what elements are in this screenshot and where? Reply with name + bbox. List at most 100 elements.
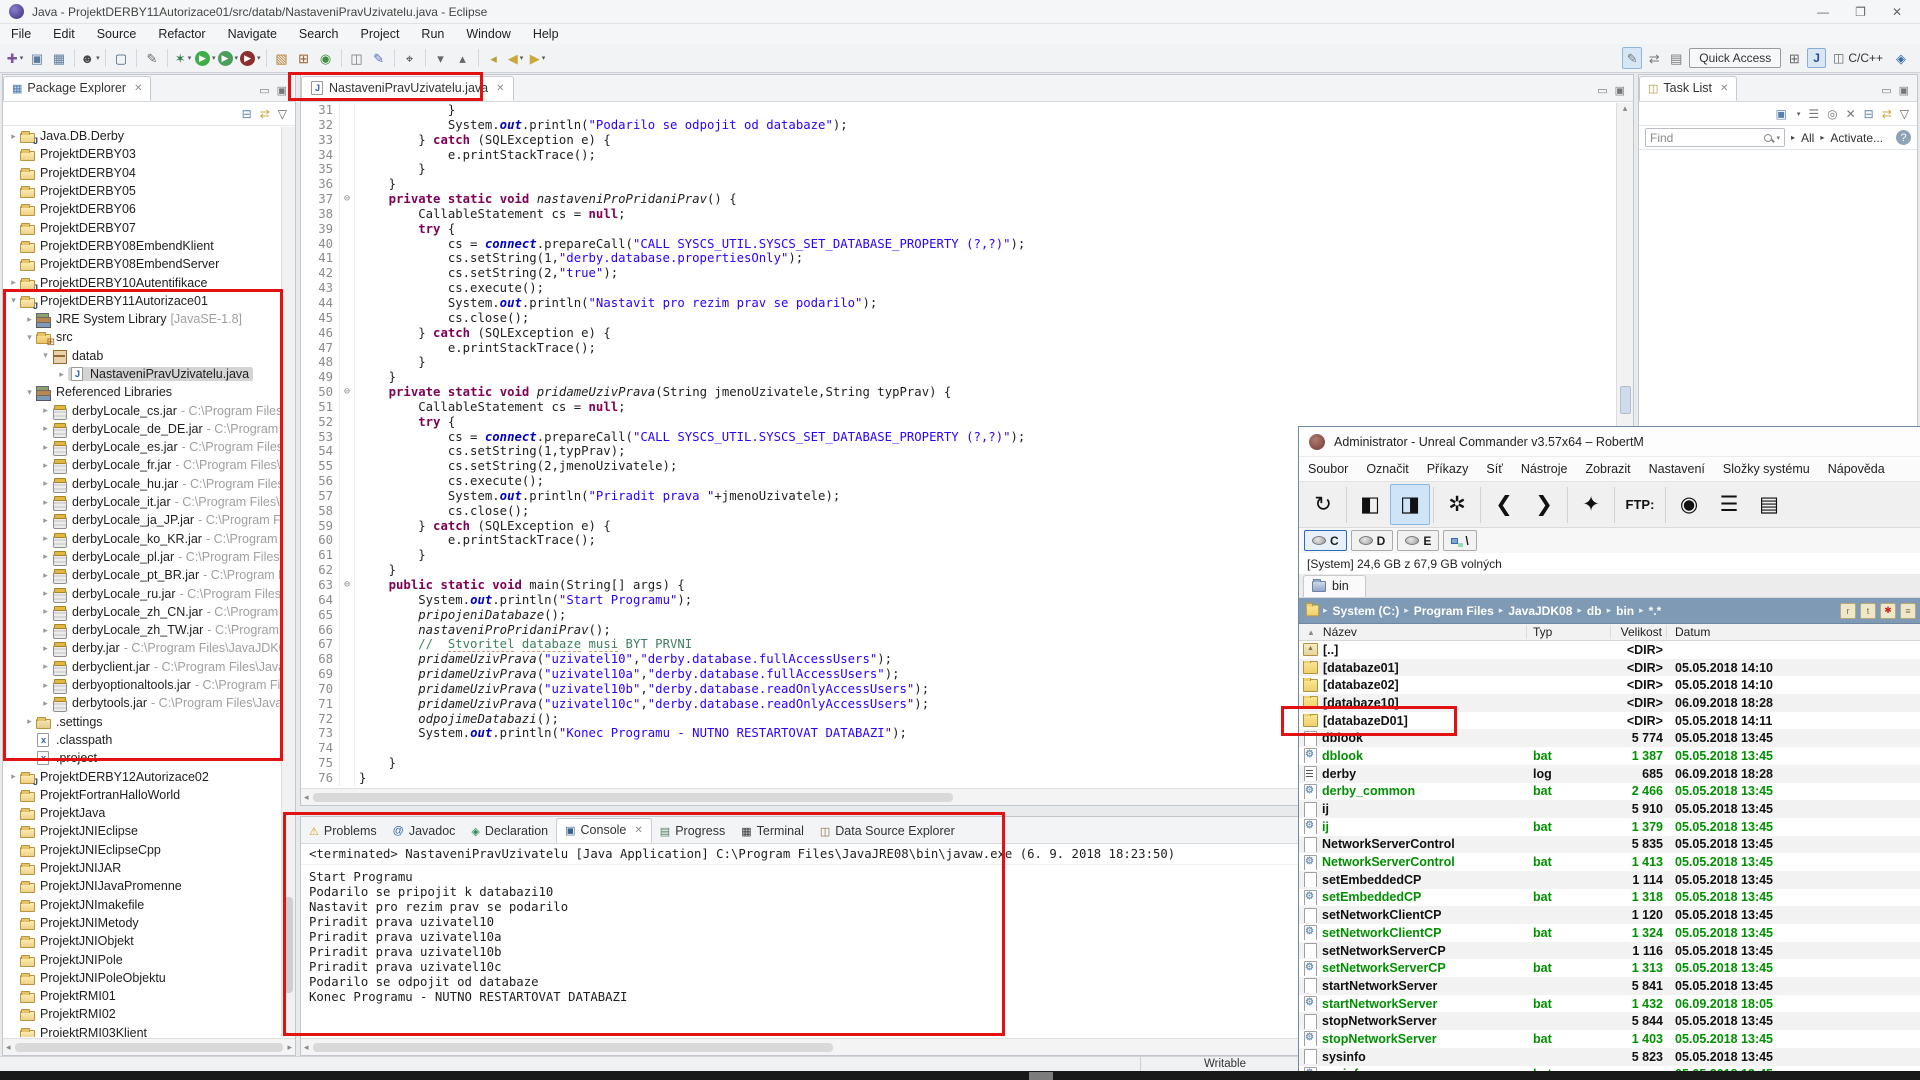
tree-item-derbytools.jar[interactable]: ▸ derbytools.jar - C:\Program Files\JavaJ…: [3, 694, 281, 713]
menu-source[interactable]: Source: [86, 27, 148, 41]
tree-item-ProjektDERBY03[interactable]: ProjektDERBY03: [3, 145, 281, 163]
tree-item-ProjektDERBY11Autorizace01[interactable]: ▾ ProjektDERBY11Autorizace01: [3, 292, 281, 311]
unreal-menu-síť[interactable]: Síť: [1477, 462, 1512, 476]
menu-window[interactable]: Window: [455, 27, 521, 41]
coverage-button[interactable]: ▶ ▾: [240, 47, 261, 69]
help-icon[interactable]: ?: [1896, 130, 1911, 145]
chevron-right-icon[interactable]: ▸: [39, 405, 52, 416]
chevron-right-icon[interactable]: ▸: [39, 533, 52, 544]
file-row-databaze02[interactable]: [databaze02] <DIR> 05.05.2018 14:10: [1299, 676, 1920, 694]
chevron-right-icon[interactable]: ▸: [7, 277, 20, 288]
tab-console[interactable]: ▣ Console ✕: [556, 818, 652, 843]
chevron-right-icon[interactable]: ▸: [55, 369, 68, 380]
maximize-view-icon[interactable]: ▣: [1615, 84, 1625, 97]
new-task-icon[interactable]: ▣: [1775, 107, 1786, 121]
file-row-NetworkServerControl[interactable]: NetworkServerControl 5 835 05.05.2018 13:4…: [1299, 835, 1920, 854]
file-row-databaze01[interactable]: [databaze01] <DIR> 05.05.2018 14:10: [1299, 658, 1920, 677]
tree-item-derbyLocale_cs.jar[interactable]: ▸ derbyLocale_cs.jar - C:\Program Files\J…: [3, 401, 281, 420]
maximize-view-icon[interactable]: ▣: [1899, 84, 1909, 97]
file-row-setEmbeddedCP[interactable]: setEmbeddedCP 1 114 05.05.2018 13:45: [1299, 870, 1920, 889]
breadcrumb-[interactable]: *.*: [1647, 604, 1664, 618]
tree-item-derby.jar[interactable]: ▸ derby.jar - C:\Program Files\JavaJDK08\…: [3, 639, 281, 658]
unreal-menu-nastavení[interactable]: Nastavení: [1640, 462, 1714, 476]
forward-button[interactable]: ❯: [1524, 484, 1564, 525]
tree-item-ProjektDERBY07[interactable]: ProjektDERBY07: [3, 218, 281, 236]
tree-item-datab[interactable]: ▾ datab: [3, 347, 281, 365]
tree-item-derbyLocale_ja_JP.jar[interactable]: ▸ derbyLocale_ja_JP.jar - C:\Program File…: [3, 511, 281, 530]
file-row-setNetworkServerCP[interactable]: setNetworkServerCP bat 1 313 05.05.2018 13:…: [1299, 959, 1920, 977]
tree-item-NastaveniPravUzivatelu.java[interactable]: ▸ NastaveniPravUzivatelu.java: [3, 365, 281, 383]
maximize-icon[interactable]: ❐: [1855, 5, 1866, 19]
tree-item-ProjektJNIPole[interactable]: ProjektJNIPole: [3, 950, 281, 968]
file-row-databazeD01[interactable]: [databazeD01] <DIR> 05.05.2018 14:11: [1299, 712, 1920, 730]
tree-item-ProjektJNIPoleObjektu[interactable]: ProjektJNIPoleObjektu: [3, 969, 281, 987]
tree-item-ProjektDERBY04[interactable]: ProjektDERBY04: [3, 164, 281, 182]
tab-declaration[interactable]: ◈ Declaration: [463, 820, 556, 843]
tree-item-ProjektRMI01[interactable]: ProjektRMI01: [3, 987, 281, 1005]
tree-item-derbyLocale_fr.jar[interactable]: ▸ derbyLocale_fr.jar - C:\Program Files\J…: [3, 456, 281, 475]
package-explorer-vscrollbar[interactable]: [281, 127, 295, 1037]
menu-project[interactable]: Project: [350, 27, 411, 41]
menu-run[interactable]: Run: [410, 27, 455, 41]
tree-item-JRE System Library[interactable]: ▸ JRE System Library [JavaSE-1.8]: [3, 310, 281, 328]
menu-help[interactable]: Help: [522, 27, 570, 41]
unreal-menu-soubor[interactable]: Soubor: [1299, 462, 1357, 476]
prev-annotation-button[interactable]: ▴: [453, 47, 473, 69]
debug-button[interactable]: ✶ ▾: [173, 47, 193, 69]
new-package-button[interactable]: ⊞: [294, 47, 314, 69]
tab-javadoc[interactable]: @ Javadoc: [385, 820, 464, 843]
forward-button[interactable]: ▶ ▾: [528, 47, 548, 69]
open-console-button[interactable]: ▢: [111, 47, 131, 69]
close-icon[interactable]: ✕: [1720, 83, 1728, 94]
menu-edit[interactable]: Edit: [42, 27, 86, 41]
new-wizard-button[interactable]: ✚ ▾: [5, 47, 25, 69]
menu-navigate[interactable]: Navigate: [217, 27, 288, 41]
save-all-button[interactable]: ▦: [49, 47, 69, 69]
new-java-project-button[interactable]: ▧: [272, 47, 292, 69]
chevron-right-icon[interactable]: ▸: [39, 606, 52, 617]
file-row-[interactable]: [..] <DIR>: [1299, 641, 1920, 659]
minimize-icon[interactable]: —: [1817, 5, 1829, 19]
open-perspective-icon[interactable]: ⊞: [1784, 47, 1804, 69]
tree-item-ProjektDERBY06[interactable]: ProjektDERBY06: [3, 200, 281, 218]
java-perspective-button[interactable]: J: [1807, 48, 1826, 68]
menu-search[interactable]: Search: [288, 27, 350, 41]
menu-refactor[interactable]: Refactor: [147, 27, 216, 41]
drive-C-button[interactable]: C: [1304, 530, 1347, 551]
file-row-stopNetworkServer[interactable]: stopNetworkServer bat 1 403 05.05.2018 13:4…: [1299, 1030, 1920, 1048]
close-icon[interactable]: ✕: [496, 83, 504, 94]
focus-on-workweek-icon[interactable]: ◎: [1827, 107, 1837, 121]
other-perspective-icon[interactable]: ◈: [1891, 47, 1911, 69]
tree-item-src[interactable]: ▾ src: [3, 328, 281, 348]
package-explorer-tree[interactable]: ▸ Java.DB.Derby ProjektDERBY03 ProjektDERBY…: [3, 127, 281, 1037]
tree-item-derbyLocale_it.jar[interactable]: ▸ derbyLocale_it.jar - C:\Program Files\J…: [3, 493, 281, 512]
chevron-right-icon[interactable]: ▸: [7, 131, 20, 142]
file-row-sysinfo[interactable]: sysinfo 5 823 05.05.2018 13:45: [1299, 1047, 1920, 1066]
tree-item-ProjektDERBY08EmbendServer[interactable]: ProjektDERBY08EmbendServer: [3, 255, 281, 273]
back-button[interactable]: ❮: [1484, 484, 1524, 525]
annotate-button[interactable]: ✎: [142, 47, 162, 69]
chevron-right-icon[interactable]: ▸: [39, 570, 52, 581]
file-row-databaze10[interactable]: [databaze10] <DIR> 06.09.2018 18:28: [1299, 694, 1920, 712]
file-list-icon[interactable]: ≡: [1900, 602, 1916, 619]
drive-network-button[interactable]: \: [1443, 530, 1477, 551]
tree-item-ProjektJNIEclipseCpp[interactable]: ProjektJNIEclipseCpp: [3, 841, 281, 859]
wings-button[interactable]: ✦: [1571, 484, 1611, 525]
tab-task-list[interactable]: ◫ Task List ✕: [1639, 76, 1738, 101]
run-external-button[interactable]: ▶ ▾: [217, 47, 238, 69]
minimize-view-icon[interactable]: ▭: [259, 84, 269, 97]
next-annotation-button[interactable]: ▾: [431, 47, 451, 69]
file-row-setNetworkClientCP[interactable]: setNetworkClientCP bat 1 324 05.05.2018 13:…: [1299, 924, 1920, 942]
find-input[interactable]: Find ▾: [1645, 128, 1785, 147]
single-pane-button[interactable]: ◨: [1390, 484, 1430, 525]
scroll-left-icon[interactable]: ◂: [301, 1042, 309, 1053]
scroll-left-icon[interactable]: ◂: [301, 792, 309, 803]
link-with-editor-icon[interactable]: ⇄: [1882, 107, 1892, 121]
chevron-right-icon[interactable]: ▸: [23, 314, 36, 325]
tree-item-.settings[interactable]: ▸ .settings: [3, 713, 281, 731]
unreal-menu-nástroje[interactable]: Nástroje: [1512, 462, 1577, 476]
scroll-right-icon[interactable]: ▸: [287, 1042, 295, 1053]
favorites-icon[interactable]: ✱: [1880, 602, 1896, 619]
chevron-down-icon[interactable]: ▾: [39, 350, 52, 361]
link-with-editor-button[interactable]: ⇄: [1644, 47, 1664, 69]
